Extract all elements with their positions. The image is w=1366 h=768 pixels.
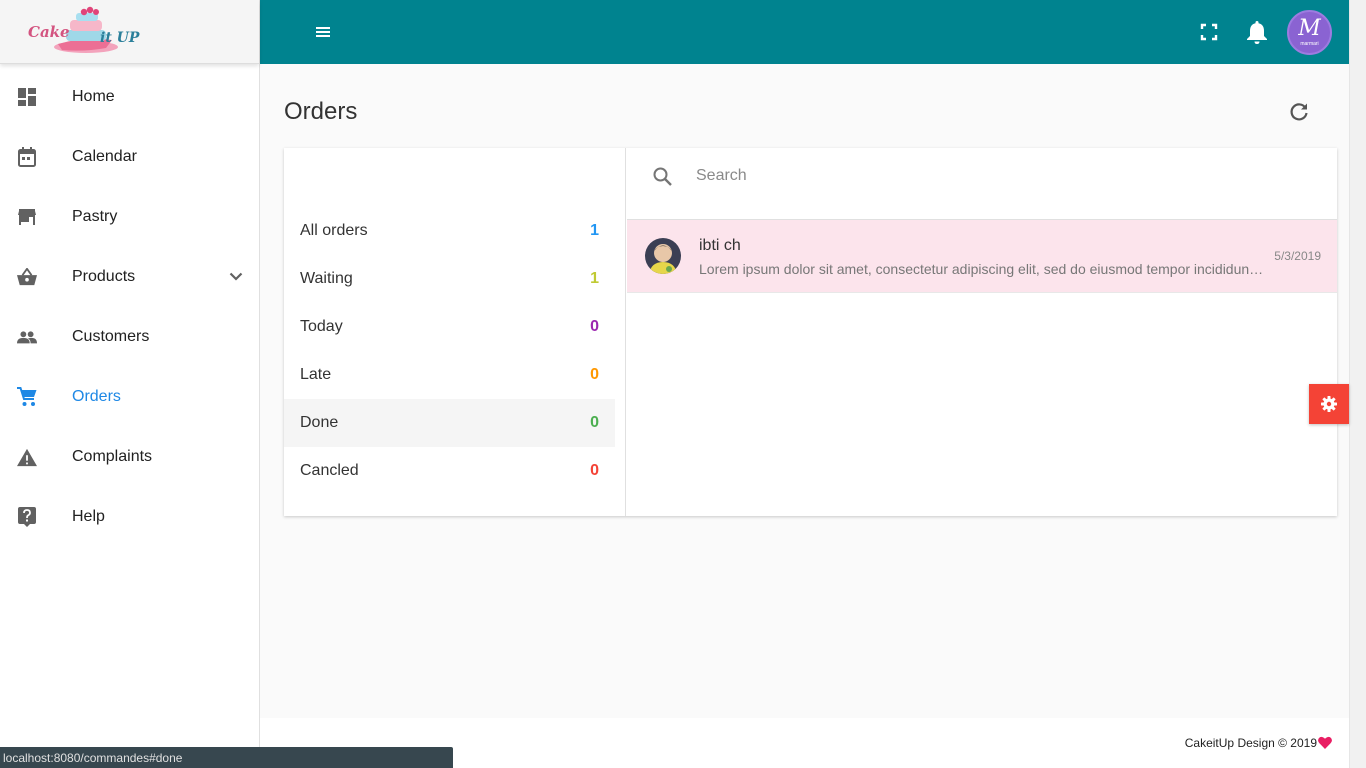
filter-count: 0: [590, 414, 599, 431]
basket-icon: [17, 267, 37, 287]
logo[interactable]: Cake it UP: [26, 6, 146, 58]
filter-today[interactable]: Today 0: [284, 303, 615, 351]
footer-copyright: CakeitUp Design © 2019: [1184, 736, 1317, 750]
filter-count: 1: [590, 222, 599, 239]
filter-label: All orders: [300, 222, 368, 239]
orders-card: All orders 1 Waiting 1 Today 0 Late 0 Do…: [284, 148, 1337, 516]
sidebar-item-calendar[interactable]: Calendar: [0, 127, 259, 187]
search-icon: [651, 165, 675, 189]
order-filter-list: All orders 1 Waiting 1 Today 0 Late 0 Do…: [284, 207, 615, 495]
avatar-caption: marmari: [1300, 41, 1319, 47]
page-title: Orders: [284, 98, 358, 125]
sidebar-item-label: Calendar: [72, 148, 137, 165]
filter-cancled[interactable]: Cancled 0: [284, 447, 615, 495]
filter-label: Cancled: [300, 462, 359, 479]
sidebar-item-label: Help: [72, 508, 105, 525]
cart-icon: [17, 387, 37, 407]
sidebar-item-label: Orders: [72, 388, 121, 405]
calendar-icon: [17, 147, 37, 167]
filter-done[interactable]: Done 0: [284, 399, 615, 447]
sidebar-item-orders[interactable]: Orders: [0, 367, 259, 427]
sidebar-item-help[interactable]: Help: [0, 487, 259, 547]
logo-text-itup: it UP: [100, 29, 140, 46]
filter-label: Waiting: [300, 270, 353, 287]
sidebar: Cake it UP Home Calendar Pastry Products…: [0, 0, 260, 768]
sidebar-item-label: Customers: [72, 328, 150, 345]
search-input[interactable]: [696, 162, 1296, 190]
order-snippet: Lorem ipsum dolor sit amet, consectetur …: [699, 261, 1265, 277]
sidebar-item-home[interactable]: Home: [0, 67, 259, 127]
search-bar: [627, 148, 1337, 220]
filter-count: 0: [590, 462, 599, 479]
filter-count: 1: [590, 270, 599, 287]
settings-button[interactable]: [1309, 384, 1349, 424]
filter-label: Today: [300, 318, 343, 335]
filter-waiting[interactable]: Waiting 1: [284, 255, 615, 303]
filter-count: 0: [590, 366, 599, 383]
filter-label: Done: [300, 414, 339, 431]
logo-area: Cake it UP: [0, 0, 259, 64]
dashboard-icon: [17, 87, 37, 107]
order-list-item[interactable]: ibti ch Lorem ipsum dolor sit amet, cons…: [627, 220, 1337, 293]
chevron-down-icon[interactable]: [229, 269, 243, 287]
sidebar-item-complaints[interactable]: Complaints: [0, 427, 259, 487]
help-icon: [17, 507, 37, 527]
fullscreen-icon[interactable]: [1200, 23, 1218, 41]
sidebar-item-label: Home: [72, 88, 115, 105]
browser-status-url: localhost:8080/commandes#done: [0, 747, 453, 768]
order-list-panel: ibti ch Lorem ipsum dolor sit amet, cons…: [627, 148, 1337, 516]
logo-text-cake: Cake: [28, 22, 70, 41]
sidebar-item-pastry[interactable]: Pastry: [0, 187, 259, 247]
sidebar-item-label: Complaints: [72, 448, 153, 465]
top-app-bar: M marmari: [260, 0, 1349, 64]
order-filter-panel: All orders 1 Waiting 1 Today 0 Late 0 Do…: [284, 148, 626, 516]
filter-all-orders[interactable]: All orders 1: [284, 207, 615, 255]
heart-icon: [1318, 736, 1332, 749]
warning-icon: [17, 447, 37, 467]
sidebar-item-label: Products: [72, 268, 136, 285]
customer-avatar: [645, 238, 681, 274]
menu-icon[interactable]: [316, 22, 332, 42]
sidebar-nav: Home Calendar Pastry Products Customers …: [0, 64, 259, 547]
filter-label: Late: [300, 366, 332, 383]
filter-count: 0: [590, 318, 599, 335]
store-icon: [17, 207, 37, 227]
page-scrollbar[interactable]: [1349, 0, 1366, 768]
sidebar-item-products[interactable]: Products: [0, 247, 259, 307]
filter-late[interactable]: Late 0: [284, 351, 615, 399]
avatar-initial: M: [1298, 16, 1321, 41]
sidebar-item-label: Pastry: [72, 208, 118, 225]
order-date: 5/3/2019: [1274, 249, 1321, 263]
user-avatar[interactable]: M marmari: [1287, 10, 1332, 55]
notifications-bell-icon[interactable]: [1245, 19, 1269, 45]
people-icon: [17, 327, 37, 347]
gear-icon: [1321, 396, 1337, 412]
sidebar-item-customers[interactable]: Customers: [0, 307, 259, 367]
refresh-icon[interactable]: [1288, 101, 1310, 123]
customer-name: ibti ch: [699, 237, 741, 254]
